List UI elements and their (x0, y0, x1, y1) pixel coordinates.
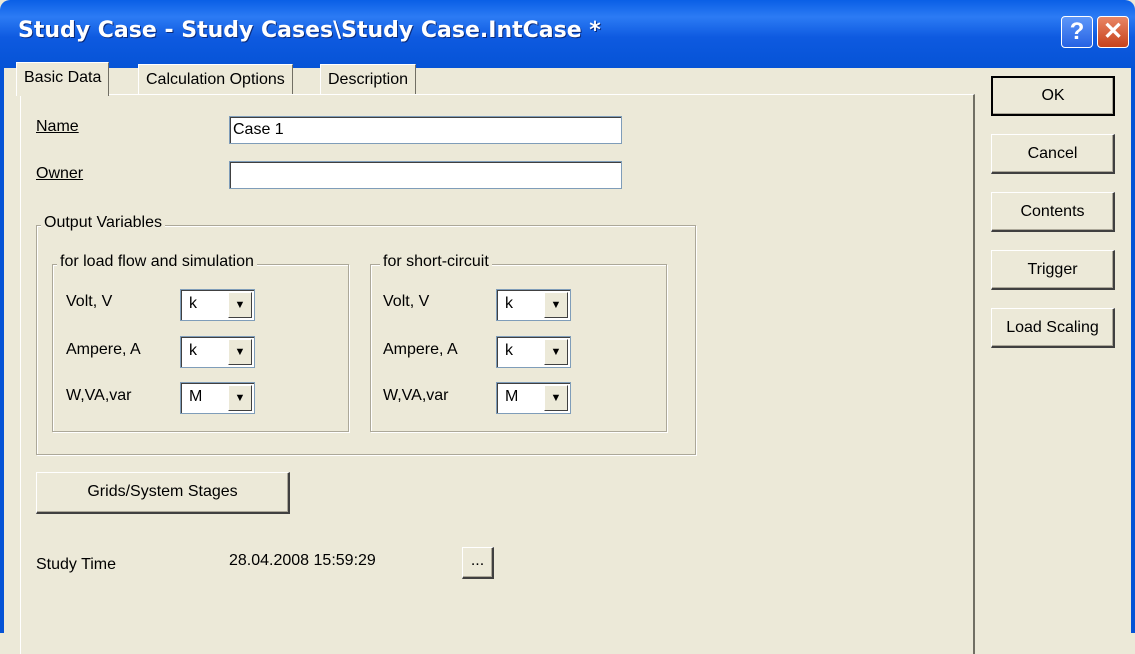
window-border-right (1131, 68, 1135, 633)
short-circuit-title: for short-circuit (380, 253, 492, 271)
name-label: Name (36, 118, 79, 135)
name-field[interactable] (229, 116, 622, 144)
study-time-value: 28.04.2008 15:59:29 (229, 552, 376, 569)
lf-power-label: W,VA,var (66, 387, 132, 404)
owner-label: Owner (36, 165, 84, 182)
lf-volt-select[interactable]: k ▼ (180, 289, 255, 321)
dropdown-arrow-icon[interactable]: ▼ (228, 385, 252, 411)
tab-description[interactable]: Description (320, 64, 417, 94)
lf-power-value: M (189, 388, 203, 405)
lf-power-select[interactable]: M ▼ (180, 382, 255, 414)
lf-ampere-select[interactable]: k ▼ (180, 336, 255, 368)
load-scaling-button[interactable]: Load Scaling (991, 308, 1115, 348)
study-time-label: Study Time (36, 556, 117, 573)
lf-ampere-value: k (189, 342, 197, 359)
tab-calculation-options[interactable]: Calculation Options (138, 64, 293, 94)
contents-button[interactable]: Contents (991, 192, 1115, 232)
ok-button[interactable]: OK (991, 76, 1115, 116)
window-title: Study Case - Study Cases\Study Case.IntC… (18, 18, 601, 43)
dropdown-arrow-icon[interactable]: ▼ (544, 385, 568, 411)
output-variables-title: Output Variables (41, 214, 165, 232)
sc-power-select[interactable]: M ▼ (496, 382, 571, 414)
lf-volt-value: k (189, 295, 197, 312)
tab-strip: Basic Data Calculation Options Descripti… (16, 62, 476, 96)
load-flow-title: for load flow and simulation (57, 253, 257, 271)
grids-system-stages-button[interactable]: Grids/System Stages (36, 472, 290, 514)
owner-field[interactable] (229, 161, 622, 189)
dropdown-arrow-icon[interactable]: ▼ (544, 292, 568, 318)
window-border-left (0, 68, 4, 633)
cancel-button[interactable]: Cancel (991, 134, 1115, 174)
sc-volt-select[interactable]: k ▼ (496, 289, 571, 321)
sc-power-value: M (505, 388, 519, 405)
sc-power-label: W,VA,var (383, 387, 449, 404)
dropdown-arrow-icon[interactable]: ▼ (228, 292, 252, 318)
sc-ampere-label: Ampere, A (383, 341, 458, 358)
title-bar[interactable]: Study Case - Study Cases\Study Case.IntC… (0, 0, 1135, 68)
study-time-browse-button[interactable]: ... (462, 547, 494, 579)
sc-volt-value: k (505, 295, 513, 312)
trigger-button[interactable]: Trigger (991, 250, 1115, 290)
sc-volt-label: Volt, V (383, 293, 430, 310)
lf-volt-label: Volt, V (66, 293, 113, 310)
close-button[interactable]: ✕ (1097, 16, 1129, 48)
lf-ampere-label: Ampere, A (66, 341, 141, 358)
sc-ampere-select[interactable]: k ▼ (496, 336, 571, 368)
tab-basic-data[interactable]: Basic Data (16, 62, 110, 96)
help-button[interactable]: ? (1061, 16, 1093, 48)
dropdown-arrow-icon[interactable]: ▼ (544, 339, 568, 365)
sc-ampere-value: k (505, 342, 513, 359)
dropdown-arrow-icon[interactable]: ▼ (228, 339, 252, 365)
